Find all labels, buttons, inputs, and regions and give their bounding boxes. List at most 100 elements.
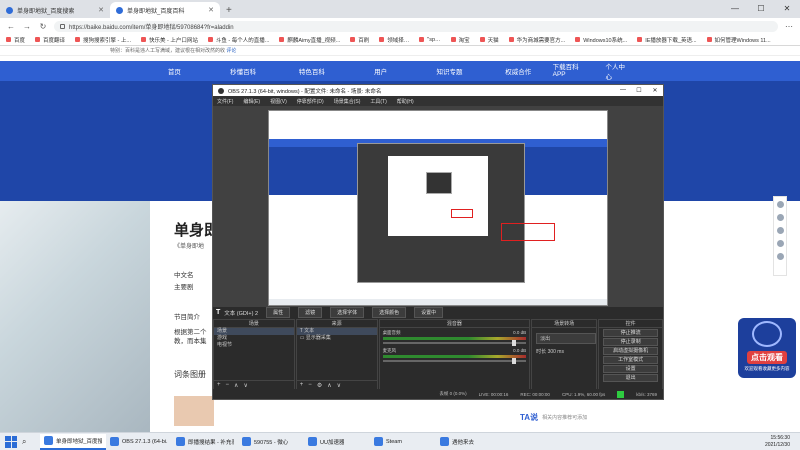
menu-scene-collection[interactable]: 场景集合(S) [334, 98, 361, 105]
exit-button[interactable]: 退出 [603, 374, 658, 382]
menu-tools[interactable]: 工具(T) [370, 98, 386, 105]
bookmark-item[interactable]: Windows10系统... [575, 36, 627, 44]
nav-topics[interactable]: 知识专题 [415, 66, 484, 76]
settings-button[interactable]: 设置 [603, 365, 658, 373]
minimize-icon[interactable]: — [615, 87, 631, 94]
taskbar-item[interactable]: 即播搜结果 - 补充表 [172, 434, 238, 450]
volume-slider[interactable] [382, 358, 527, 364]
duration-field[interactable]: 300 ms [548, 349, 564, 355]
taskbar-item[interactable]: 590755 - 微心 [238, 434, 304, 450]
move-up-icon[interactable]: ∧ [234, 382, 238, 389]
add-icon[interactable]: + [217, 382, 221, 388]
transition-select[interactable]: 淡出 [536, 333, 597, 344]
maximize-icon[interactable]: ☐ [631, 87, 647, 94]
clock[interactable]: 15:56:30 2021/12/30 [765, 435, 800, 449]
obs-preview[interactable] [213, 106, 663, 307]
nav-partners[interactable]: 权威合作 [484, 66, 553, 76]
text-source-selection[interactable] [501, 223, 555, 241]
bookmark-item[interactable]: 搜狗搜索引擎 - 上... [75, 36, 131, 44]
source-item[interactable]: ▭ 显示器采集 [297, 335, 377, 342]
menu-docks[interactable]: 停靠部件(D) [297, 98, 324, 105]
nav-home[interactable]: 首页 [140, 66, 209, 76]
select-font-button[interactable]: 选择字体 [330, 307, 365, 318]
move-up-icon[interactable]: ∧ [327, 382, 331, 389]
bookmark-item[interactable]: 斗鱼 - 每个人的直播... [207, 36, 269, 44]
nav-featured[interactable]: 特色百科 [278, 66, 347, 76]
bookmark-item[interactable]: 领域择… [379, 36, 409, 44]
bookmark-item[interactable]: 快乐美 - 上户口网站 [141, 36, 198, 44]
bookmark-item[interactable]: 百度翻译 [35, 36, 65, 44]
refresh-icon[interactable]: ↻ [38, 22, 48, 31]
taskbar-item[interactable]: OBS 27.1.3 (64-bi... [106, 434, 172, 450]
new-tab-icon[interactable]: + [220, 5, 238, 18]
nav-users[interactable]: 用户 [346, 66, 415, 76]
bookmark-item[interactable]: "sp… [419, 37, 441, 43]
bookmark-item[interactable]: 百度 [6, 36, 25, 44]
menu-icon[interactable]: ⋯ [784, 22, 794, 31]
watch-badge[interactable]: 点击观看 欢迎观看收藏更多内容 [738, 318, 796, 378]
channel-db: 0.0 dB [513, 330, 527, 335]
scene-item[interactable]: 游戏 [214, 335, 294, 342]
browser-tab[interactable]: 单身即地狱_百度搜索 ✕ [0, 2, 110, 18]
settings-button[interactable]: 设置中 [414, 307, 444, 318]
add-icon[interactable]: + [300, 382, 304, 388]
forward-icon[interactable]: → [22, 22, 32, 31]
minimize-icon[interactable]: — [722, 0, 748, 18]
share-icon[interactable] [776, 201, 784, 208]
menu-edit[interactable]: 编辑(E) [243, 98, 260, 105]
stop-streaming-button[interactable]: 停止推流 [603, 329, 658, 337]
taskbar-item[interactable]: 单身即地狱_百度搜索 [40, 433, 106, 450]
bookmark-item[interactable]: 天猫 [479, 36, 499, 44]
scene-item[interactable]: 电视节 [214, 342, 294, 349]
bookmark-item[interactable]: 麒麟Aimy直播_视频... [279, 36, 340, 44]
studio-mode-button[interactable]: 工作室模式 [603, 356, 658, 364]
bookmark-item[interactable]: IE播放器下载_英语... [637, 36, 697, 44]
download-app-link[interactable]: 下载百科APP [553, 61, 590, 81]
bookmark-item[interactable]: 百刷 [350, 36, 369, 44]
filters-button[interactable]: 滤镜 [298, 307, 323, 318]
gallery-thumbnail[interactable] [174, 396, 214, 426]
mobile-icon[interactable] [776, 253, 784, 260]
volume-slider[interactable] [382, 340, 527, 346]
bookmark-icon [279, 37, 285, 42]
notice-link[interactable]: 评论 [226, 48, 236, 54]
bookmark-label: 领域择… [387, 37, 410, 44]
close-icon[interactable]: ✕ [208, 6, 214, 14]
taskbar-item[interactable]: Steam [370, 434, 436, 450]
search-icon[interactable]: ⌕ [22, 437, 34, 447]
gear-icon[interactable]: ⚙ [317, 382, 322, 389]
move-down-icon[interactable]: ∨ [337, 382, 341, 389]
select-color-button[interactable]: 选择颜色 [372, 307, 407, 318]
url-field[interactable]: https://baike.baidu.com/item/单身即地狱/59708… [54, 20, 778, 32]
nav-miaodong[interactable]: 秒懂百科 [209, 66, 278, 76]
taskbar-item[interactable]: 遇他来去 [436, 434, 502, 450]
move-down-icon[interactable]: ∨ [243, 382, 247, 389]
start-icon[interactable] [5, 435, 17, 448]
properties-button[interactable]: 属性 [266, 307, 291, 318]
like-icon[interactable] [776, 214, 784, 221]
bookmark-icon [479, 37, 485, 42]
bookmark-item[interactable]: 华为商城需要官方... [508, 36, 565, 44]
browser-tab-active[interactable]: 单身即地狱_百度百科 ✕ [110, 2, 220, 18]
remove-icon[interactable]: − [226, 382, 230, 388]
stop-recording-button[interactable]: 停止录制 [603, 338, 658, 346]
remove-icon[interactable]: − [308, 382, 312, 388]
maximize-icon[interactable]: ☐ [748, 0, 774, 18]
menu-file[interactable]: 文件(F) [217, 98, 233, 105]
menu-help[interactable]: 帮助(H) [397, 98, 414, 105]
close-icon[interactable]: ✕ [98, 6, 104, 14]
bookmark-item[interactable]: 淘宝 [450, 36, 470, 44]
wechat-icon[interactable] [776, 227, 784, 234]
close-icon[interactable]: ✕ [774, 0, 800, 18]
taskbar-item[interactable]: UU加速器 [304, 434, 370, 450]
bookmark-item[interactable]: 如何管理Windows 11... [706, 36, 771, 44]
weibo-icon[interactable] [776, 240, 784, 247]
user-center-link[interactable]: 个人中心 [605, 61, 630, 81]
virtual-camera-button[interactable]: 启动虚拟摄像机 [603, 347, 658, 355]
scene-item[interactable]: 场景 [214, 328, 294, 335]
transitions-dock-title: 场景转场 [532, 320, 597, 328]
close-icon[interactable]: ✕ [647, 87, 663, 94]
back-icon[interactable]: ← [6, 22, 16, 31]
source-item[interactable]: T 文本 [296, 328, 377, 335]
menu-view[interactable]: 视图(V) [270, 98, 287, 105]
